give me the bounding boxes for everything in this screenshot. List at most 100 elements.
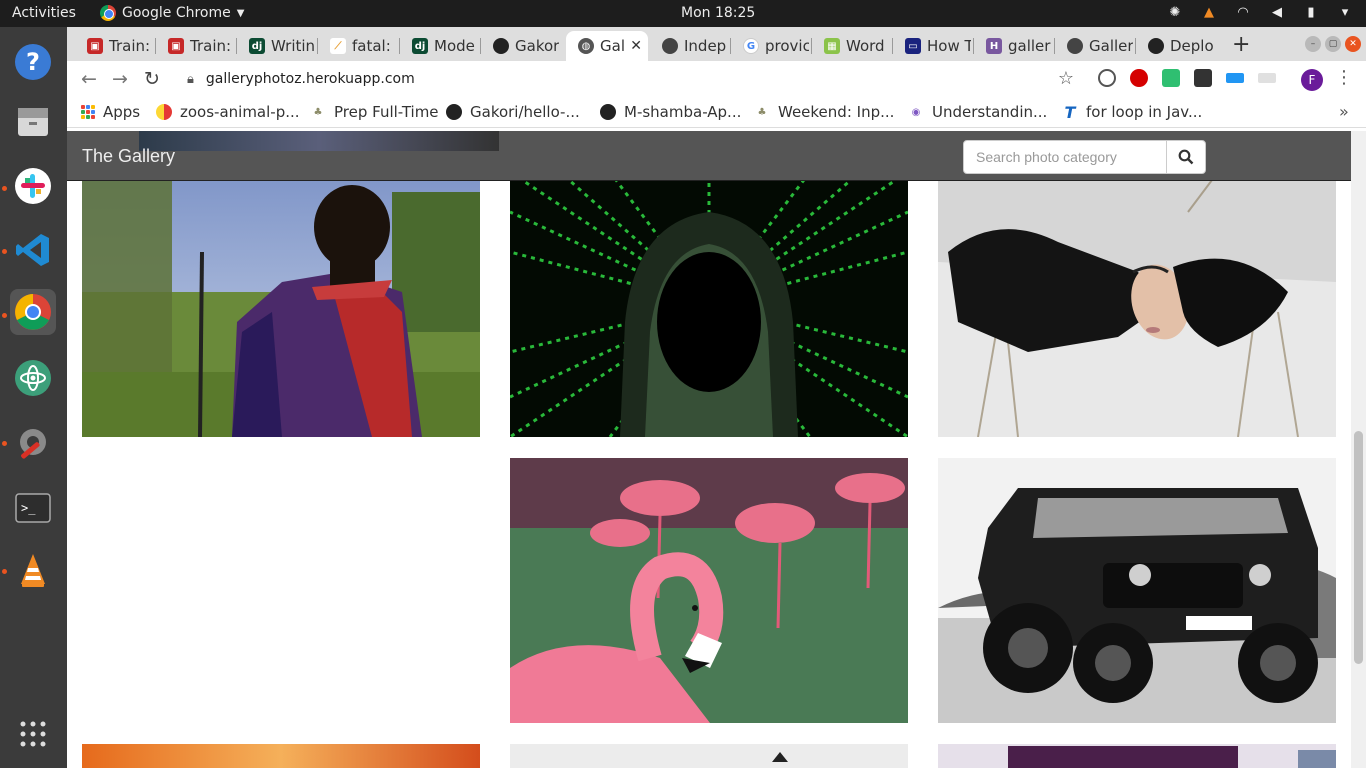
- close-window-button[interactable]: ✕: [1345, 36, 1361, 52]
- tree-icon: ♣: [757, 106, 767, 118]
- window-resizer-icon[interactable]: [1258, 73, 1276, 83]
- tab[interactable]: dj Writin: [237, 31, 315, 61]
- site-brand[interactable]: The Gallery: [82, 146, 175, 167]
- tab[interactable]: dj Mode: [400, 31, 478, 61]
- battery-icon[interactable]: ▮: [1302, 3, 1320, 21]
- tab-active[interactable]: ◍ Gal ✕: [566, 31, 648, 61]
- bookmark-label: Apps: [103, 103, 141, 121]
- svg-text:>_: >_: [21, 501, 36, 515]
- atom-icon[interactable]: [10, 355, 56, 401]
- gallery-photo-jeep[interactable]: [938, 458, 1336, 723]
- more-menu-icon[interactable]: ⋮: [1335, 67, 1353, 88]
- tab-label: Galler: [1089, 37, 1133, 55]
- back-button[interactable]: ←: [81, 68, 97, 90]
- forward-button[interactable]: →: [112, 68, 128, 90]
- page-scrollbar[interactable]: [1351, 131, 1366, 768]
- tab[interactable]: Galler: [1055, 31, 1133, 61]
- bookmarks-bar: Apps zoos-animal-p... ♣ Prep Full-Time G…: [67, 97, 1366, 128]
- wifi-icon[interactable]: ◠: [1234, 3, 1252, 21]
- gallery-photo-sunset[interactable]: [82, 744, 480, 768]
- tab[interactable]: G provic: [731, 31, 809, 61]
- minimize-button[interactable]: –: [1305, 36, 1321, 52]
- bookmark-item[interactable]: ♣ Prep Full-Time: [310, 103, 439, 121]
- bookmark-item[interactable]: T for loop in Jav...: [1062, 103, 1203, 122]
- dock: ? >_: [0, 27, 67, 768]
- gallery-photo-maasai[interactable]: [82, 172, 480, 437]
- tab[interactable]: Indep: [650, 31, 728, 61]
- address-bar[interactable]: 🔒︎ galleryphotoz.herokuapp.com ☆: [177, 64, 1082, 94]
- show-apps-icon[interactable]: [10, 711, 56, 757]
- bookmark-item[interactable]: zoos-animal-p...: [156, 103, 300, 121]
- gallery-photo-hacker[interactable]: [510, 172, 908, 437]
- close-tab-icon[interactable]: ✕: [630, 38, 642, 54]
- search-button[interactable]: [1166, 140, 1206, 174]
- screen-capture-icon[interactable]: [1226, 73, 1244, 83]
- clock[interactable]: Mon 18:25: [681, 5, 755, 21]
- chevron-down-icon[interactable]: ▾: [1336, 3, 1354, 21]
- maximize-button[interactable]: ▢: [1325, 36, 1341, 52]
- bookmark-label: Prep Full-Time: [334, 103, 439, 121]
- tab[interactable]: Deplo: [1136, 31, 1214, 61]
- django-icon: dj: [412, 38, 428, 54]
- github-icon: [1148, 38, 1164, 54]
- tab-label: Writin: [271, 37, 315, 55]
- heroku-icon: H: [986, 38, 1002, 54]
- star-icon[interactable]: ☆: [1058, 68, 1074, 89]
- help-icon[interactable]: ?: [10, 39, 56, 85]
- bookmark-item[interactable]: M-shamba-Ap...: [600, 103, 741, 121]
- lock-icon[interactable]: 🔒︎: [187, 72, 194, 87]
- eye-icon: ◉: [911, 106, 921, 118]
- vlc-icon[interactable]: [10, 547, 56, 593]
- slack-tray-icon[interactable]: ✺: [1166, 3, 1184, 21]
- bookmark-apps[interactable]: Apps: [81, 103, 140, 121]
- tab[interactable]: ⟋ fatal:: [318, 31, 396, 61]
- bookmark-label: Understandin...: [932, 103, 1048, 121]
- gallery-photo-purple[interactable]: [938, 744, 1336, 768]
- bookmark-item[interactable]: ♣ Weekend: Inp...: [754, 103, 895, 121]
- shield-icon[interactable]: [1162, 69, 1180, 87]
- gallery-photo-light[interactable]: [510, 744, 908, 768]
- tab[interactable]: Gakor: [481, 31, 559, 61]
- bookmarks-overflow-icon[interactable]: »: [1339, 102, 1349, 121]
- activities-button[interactable]: Activities: [12, 5, 76, 21]
- eyedropper-icon[interactable]: [1194, 69, 1212, 87]
- vscode-icon[interactable]: [10, 227, 56, 273]
- tab-label: Gal: [600, 37, 625, 55]
- bookmark-item[interactable]: ◉ Understandin...: [908, 103, 1048, 121]
- adblock-icon[interactable]: [1130, 69, 1148, 87]
- terminal-icon[interactable]: >_: [10, 485, 56, 531]
- browser-toolbar: ← → ↻ 🔒︎ galleryphotoz.herokuapp.com ☆ F…: [67, 61, 1366, 97]
- settings-icon[interactable]: [10, 419, 56, 465]
- apps-grid-icon: [81, 105, 95, 119]
- tab[interactable]: H galler: [974, 31, 1052, 61]
- volume-icon[interactable]: ◀: [1268, 3, 1286, 21]
- tab-label: galler: [1008, 37, 1051, 55]
- app-menu[interactable]: Google Chrome ▼: [100, 5, 244, 21]
- reload-button[interactable]: ↻: [144, 68, 160, 90]
- gallery-photo-flamingos[interactable]: [510, 458, 908, 723]
- globe-icon: ◍: [578, 38, 594, 54]
- system-tray: ✺ ▲ ◠ ◀ ▮ ▾: [1166, 3, 1354, 21]
- tab[interactable]: ▣ Train:: [75, 31, 153, 61]
- profile-avatar[interactable]: F: [1301, 69, 1323, 91]
- chrome-dock-icon[interactable]: [10, 289, 56, 335]
- search-input[interactable]: [963, 140, 1167, 174]
- tree-icon: ♣: [313, 106, 323, 118]
- files-icon[interactable]: [10, 99, 56, 145]
- git-icon: ⟋: [330, 38, 346, 54]
- page-viewport: The Gallery: [67, 131, 1366, 768]
- tab[interactable]: ▣ Train:: [156, 31, 234, 61]
- image-icon: ▦: [824, 38, 840, 54]
- tab[interactable]: ▭ How T: [893, 31, 971, 61]
- slack-icon[interactable]: [10, 163, 56, 209]
- extension-icon[interactable]: [1098, 69, 1116, 87]
- new-tab-button[interactable]: +: [1232, 32, 1250, 57]
- tab[interactable]: ▦ Word: [812, 31, 890, 61]
- favicon-icon: ▣: [87, 38, 103, 54]
- vlc-tray-icon[interactable]: ▲: [1200, 3, 1218, 21]
- bookmark-label: Weekend: Inp...: [778, 103, 895, 121]
- bookmark-item[interactable]: Gakori/hello-...: [446, 103, 580, 121]
- scrollbar-thumb[interactable]: [1354, 431, 1363, 664]
- gallery-photo-woman-in-snow[interactable]: [938, 172, 1336, 437]
- bookmark-label: zoos-animal-p...: [180, 103, 300, 121]
